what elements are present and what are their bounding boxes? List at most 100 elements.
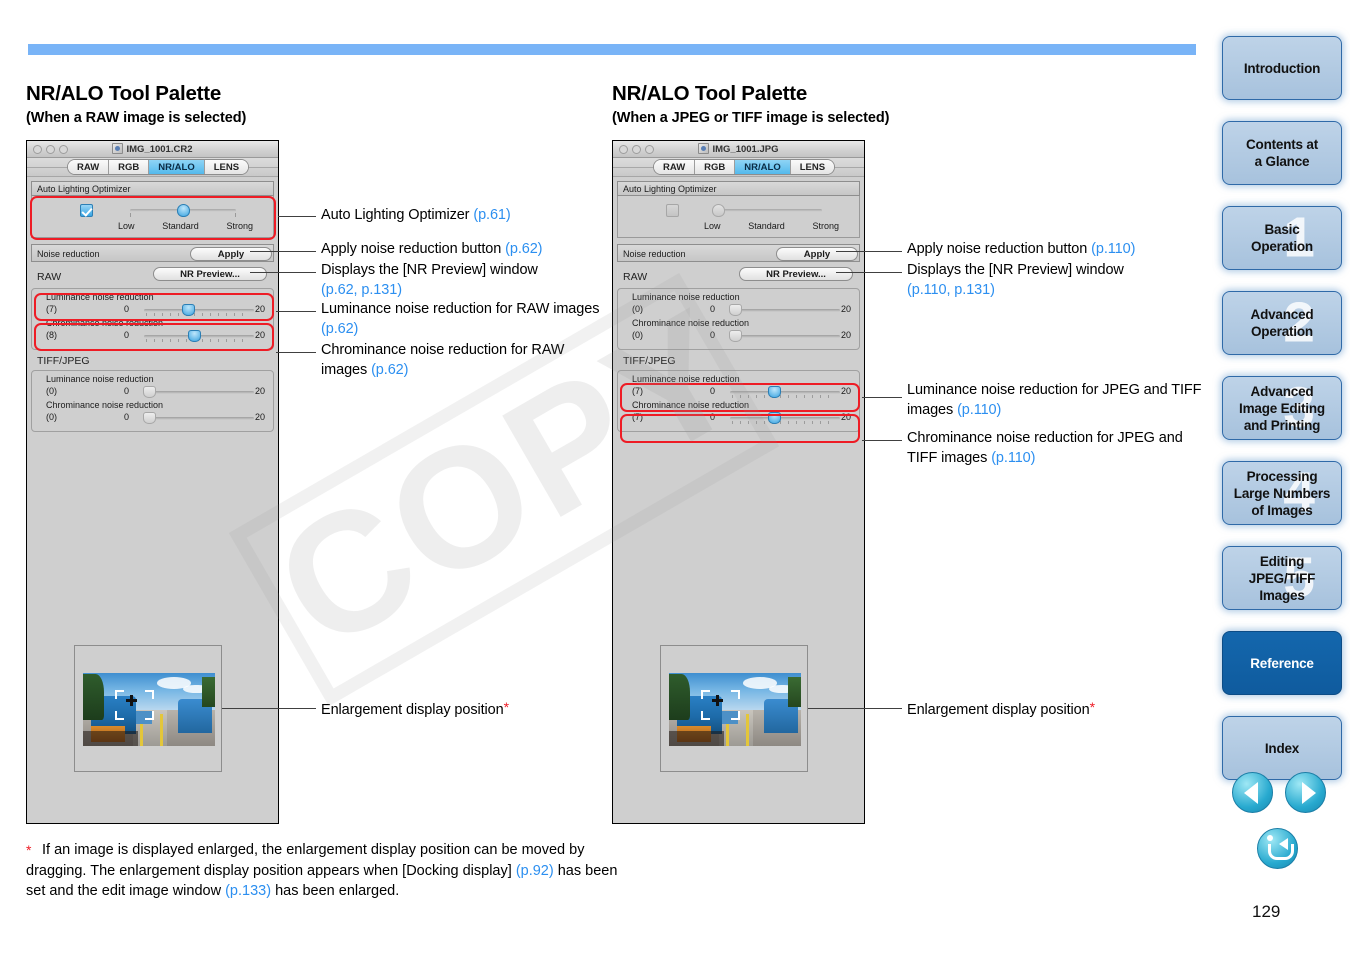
right-tj-luminance-track[interactable] [730, 391, 840, 394]
right-tj-chrominance-track[interactable] [730, 417, 840, 420]
right-tj-chrominance-knob[interactable] [768, 412, 781, 424]
go-back-button[interactable] [1257, 828, 1298, 869]
right-nr-preview-button[interactable]: NR Preview... [739, 267, 853, 281]
left-window-title: IMG_1001.CR2 [27, 143, 278, 155]
left-window-titlebar[interactable]: IMG_1001.CR2 [27, 141, 278, 158]
right-tj-chrominance-min: 0 [710, 412, 716, 422]
right-window-titlebar[interactable]: IMG_1001.JPG [613, 141, 864, 158]
sidebar-item-advanced-operation[interactable]: 2 Advanced Operation [1222, 291, 1342, 355]
tab-rgb[interactable]: RGB [109, 160, 150, 174]
left-tj-chrominance-track[interactable] [144, 417, 254, 420]
left-alo-checkbox[interactable] [80, 204, 93, 217]
left-tj-luminance-track[interactable] [144, 391, 254, 394]
left-tabs[interactable]: RAW RGB NR/ALO LENS [67, 159, 250, 175]
left-tj-chrominance-knob[interactable] [143, 412, 156, 424]
left-raw-luminance-min: 0 [124, 304, 130, 314]
sidebar-item-index[interactable]: Index [1222, 716, 1342, 780]
annotation-apply-text: Apply noise reduction button [321, 241, 506, 257]
sidebar-item-processing-large-numbers-of-images[interactable]: 4 Processing Large Numbers of Images [1222, 461, 1342, 525]
left-raw-header-row: RAW NR Preview... [27, 262, 278, 288]
right-raw-luminance-knob[interactable] [729, 304, 742, 316]
right-enlargement-frame[interactable] [660, 645, 808, 772]
leader-line-alo [278, 216, 316, 217]
right-raw-group-label: RAW [623, 271, 648, 283]
right-alo-slider-track[interactable] [716, 209, 822, 212]
left-nr-preview-button[interactable]: NR Preview... [153, 267, 267, 281]
left-tj-luminance-knob[interactable] [143, 386, 156, 398]
left-enlargement-frame[interactable] [74, 645, 222, 772]
tab-lens[interactable]: LENS [204, 160, 249, 174]
thumb-tree-right [201, 677, 215, 707]
move-cursor-icon[interactable] [712, 695, 723, 706]
leader-line-right-apply [836, 251, 902, 252]
leader-line-enlargement [222, 708, 316, 709]
sidebar-item-basic-operation[interactable]: 1 Basic Operation [1222, 206, 1342, 270]
left-raw-luminance-knob[interactable] [182, 304, 195, 316]
sidebar-item-label: Advanced Image Editing and Printing [1239, 383, 1325, 433]
sidebar-item-introduction[interactable]: Introduction [1222, 36, 1342, 100]
right-alo-slider-knob[interactable] [712, 204, 725, 217]
tab-lens[interactable]: LENS [790, 160, 835, 174]
left-raw-chrominance-min: 0 [124, 330, 130, 340]
alo-label-standard: Standard [162, 221, 199, 231]
footnote: * If an image is displayed enlarged, the… [26, 840, 626, 902]
annotation-right-preview: Displays the [NR Preview] window (p.110,… [907, 261, 1207, 300]
alo-label-strong: Strong [812, 221, 839, 231]
tab-rgb[interactable]: RGB [695, 160, 736, 174]
annotation-right-apply-text: Apply noise reduction button [907, 241, 1092, 257]
right-raw-luminance-max: 20 [840, 304, 851, 314]
right-raw-chrominance-track[interactable] [730, 335, 840, 338]
left-apply-button[interactable]: Apply [190, 247, 272, 261]
right-apply-button[interactable]: Apply [776, 247, 858, 261]
sidebar-item-advanced-image-editing-and-printing[interactable]: 3 Advanced Image Editing and Printing [1222, 376, 1342, 440]
left-raw-chrominance-knob[interactable] [188, 330, 201, 342]
right-tj-luminance-knob[interactable] [768, 386, 781, 398]
sidebar-item-reference[interactable]: Reference [1222, 631, 1342, 695]
annotation-apply-pageref: (p.62) [505, 241, 543, 257]
annotation-raw-luminance-text: Luminance noise reduction for RAW images [321, 301, 600, 317]
right-tiffjpeg-slider-group: Luminance noise reduction (7) 0 20 Chrom… [617, 370, 860, 432]
sidebar-item-label: Index [1264, 740, 1300, 756]
annotation-right-tj-chrominance: Chrominance noise reduction for JPEG and… [907, 429, 1207, 468]
right-raw-luminance-track[interactable] [730, 309, 840, 312]
left-tiffjpeg-slider-group: Luminance noise reduction (0) 0 20 Chrom… [31, 370, 274, 432]
right-preview-thumbnail[interactable] [669, 673, 801, 746]
left-alo-slider-labels: Low Standard Strong [118, 221, 253, 231]
sidebar-item-editing-jpeg-tiff-images[interactable]: 5 Editing JPEG/TIFF Images [1222, 546, 1342, 610]
left-preview-thumbnail[interactable] [83, 673, 215, 746]
alo-label-low: Low [118, 221, 135, 231]
enlargement-corner-icon [701, 690, 710, 699]
thumb-tree-left [669, 674, 691, 720]
enlargement-corner-icon [115, 711, 124, 720]
right-alo-checkbox[interactable] [666, 204, 679, 217]
tab-raw[interactable]: RAW [68, 160, 110, 174]
enlargement-corner-icon [731, 690, 740, 699]
tab-nr-alo[interactable]: NR/ALO [149, 160, 205, 174]
annotation-right-tj-chrominance-pageref: (p.110) [991, 449, 1036, 466]
left-tool-palette-window[interactable]: IMG_1001.CR2 RAW RGB NR/ALO LENS Auto Li… [26, 140, 279, 824]
move-cursor-icon[interactable] [126, 695, 137, 706]
sidebar-item-contents-at-a-glance[interactable]: Contents at a Glance [1222, 121, 1342, 185]
right-alo-slider-labels: Low Standard Strong [704, 221, 839, 231]
thumb-road-line [745, 713, 749, 746]
tab-nr-alo[interactable]: NR/ALO [735, 160, 791, 174]
left-alo-slider-knob[interactable] [177, 204, 190, 217]
left-raw-luminance-track[interactable] [144, 309, 254, 312]
right-tabs[interactable]: RAW RGB NR/ALO LENS [653, 159, 836, 175]
left-noise-reduction-label: Noise reduction [37, 249, 100, 259]
leader-line-right-tj-luminance [862, 397, 902, 398]
left-alo-group-label: Auto Lighting Optimizer [31, 181, 274, 196]
annotation-raw-chrominance-text: Chrominance noise reduction for RAW imag… [321, 342, 565, 378]
right-tab-strip: RAW RGB NR/ALO LENS [613, 158, 864, 177]
right-tj-luminance-row: Luminance noise reduction (7) 0 20 [618, 374, 859, 402]
thumb-shadow [669, 731, 725, 746]
right-tool-palette-window[interactable]: IMG_1001.JPG RAW RGB NR/ALO LENS Auto Li… [612, 140, 865, 824]
tab-raw[interactable]: RAW [654, 160, 696, 174]
right-raw-chrominance-knob[interactable] [729, 330, 742, 342]
previous-page-button[interactable] [1232, 772, 1273, 813]
footnote-body: If an image is displayed enlarged, the e… [26, 842, 617, 899]
left-tj-luminance-max: 20 [254, 386, 265, 396]
left-noise-reduction-bar: Noise reduction Apply [31, 244, 274, 262]
next-page-button[interactable] [1285, 772, 1327, 813]
right-section-subtitle: (When a JPEG or TIFF image is selected) [612, 110, 890, 126]
